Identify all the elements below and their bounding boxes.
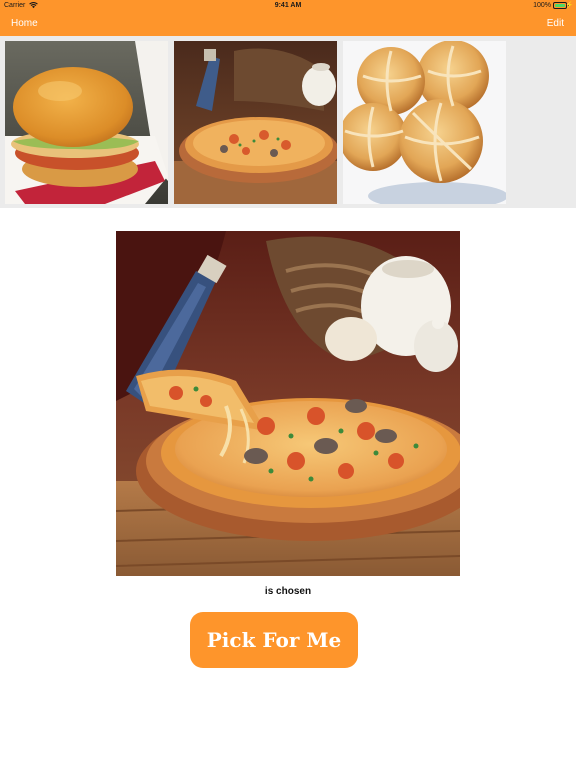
burger-photo [5, 41, 168, 204]
home-button[interactable]: Home [11, 18, 38, 29]
charging-icon: ⚡ [565, 2, 574, 9]
selected-food-image [116, 231, 460, 576]
chosen-label: is chosen [264, 586, 312, 597]
navigation-bar: Home Edit [0, 12, 576, 36]
pizza-photo [174, 41, 337, 204]
battery-percent: 100% [533, 2, 551, 9]
thumbnail-burger[interactable] [5, 41, 168, 204]
pizza-photo [116, 231, 460, 576]
thumbnail-bread-rolls[interactable] [343, 41, 506, 204]
clock-label: 9:41 AM [274, 2, 302, 9]
status-bar: Carrier 9:41 AM 100% ⚡ [0, 0, 576, 12]
food-thumbnail-strip [0, 36, 576, 208]
bread-photo [343, 41, 506, 204]
edit-button[interactable]: Edit [547, 18, 564, 29]
pick-for-me-button[interactable]: Pick For Me [190, 612, 358, 668]
thumbnail-pizza[interactable] [174, 41, 337, 204]
